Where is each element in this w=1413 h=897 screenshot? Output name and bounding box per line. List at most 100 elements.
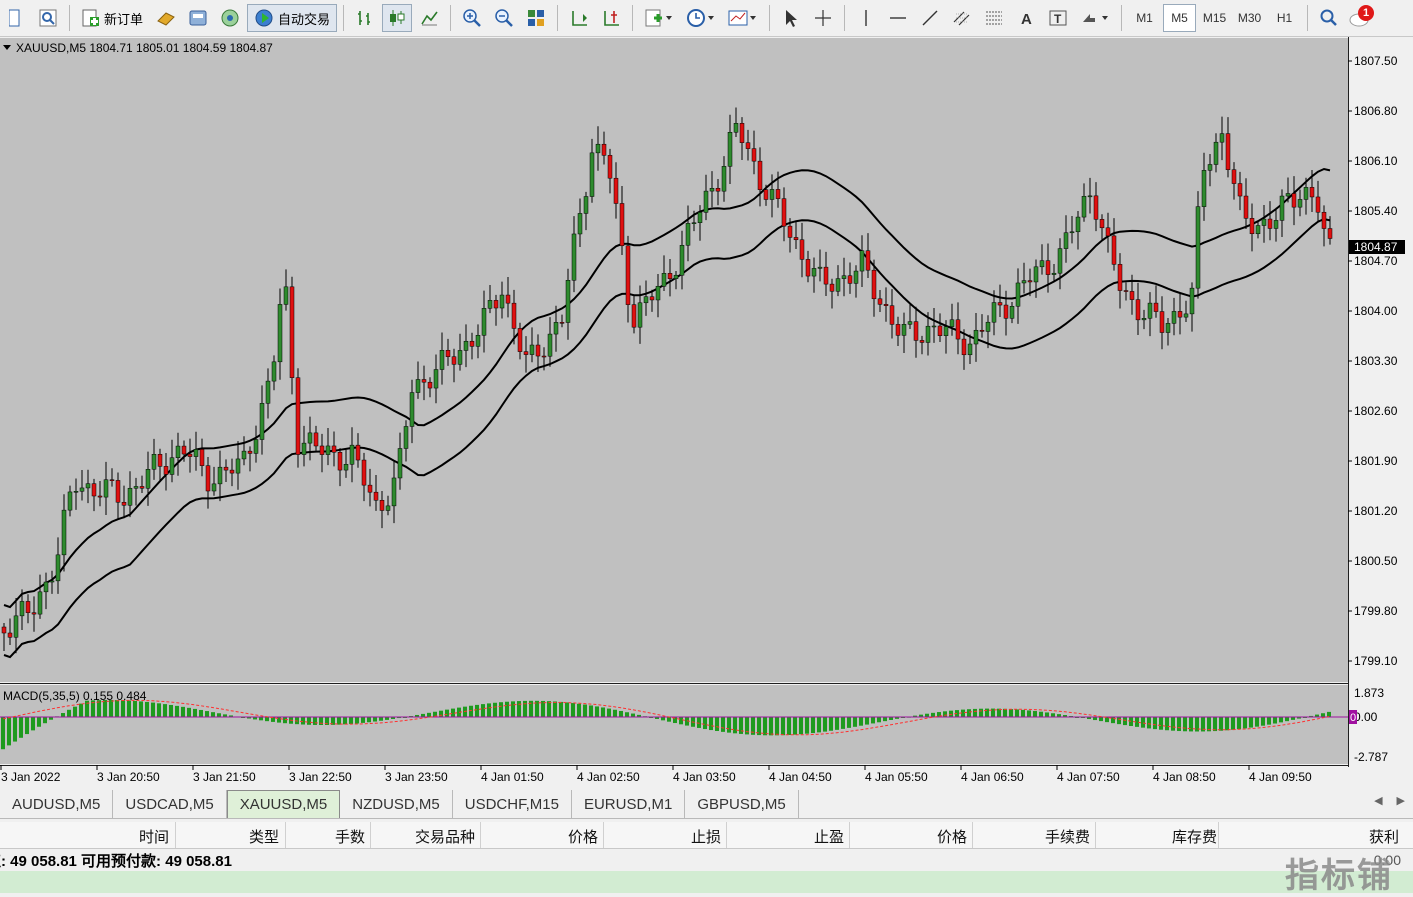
candle-body: [517, 328, 523, 352]
col-open-price[interactable]: 价格: [568, 826, 598, 847]
col-type[interactable]: 类型: [249, 826, 279, 847]
candle-body: [655, 285, 661, 301]
candle-body: [1177, 311, 1183, 318]
col-time[interactable]: 时间: [139, 826, 169, 847]
chart-window[interactable]: 1807.50 1806.80 1806.10 1805.40 1804.70 1804.…: [0, 37, 1413, 789]
chart-tab-nzdusd[interactable]: NZDUSD,M5: [340, 790, 453, 818]
macd-bar: [697, 717, 701, 728]
price-tick-label: 1806.80: [1354, 104, 1398, 118]
candle-body: [127, 487, 133, 506]
tab-scroll-left-icon[interactable]: ◀: [1374, 794, 1382, 807]
timeframe-m30-button[interactable]: M30: [1233, 4, 1266, 32]
candle-body: [505, 294, 511, 304]
fibonacci-icon[interactable]: [979, 4, 1009, 32]
candle-body: [1123, 290, 1129, 292]
metaeditor-icon[interactable]: [151, 4, 181, 32]
horizontal-line-icon[interactable]: [883, 4, 913, 32]
col-profit[interactable]: 获利: [1369, 826, 1399, 847]
zoom-out-icon[interactable]: [489, 4, 519, 32]
zoom-in-icon[interactable]: [457, 4, 487, 32]
search-icon[interactable]: [1314, 4, 1344, 32]
candle-body: [643, 296, 649, 304]
notifications-button[interactable]: 1: [1346, 4, 1376, 32]
macd-plot-area[interactable]: [0, 685, 1348, 764]
candle-body: [1213, 141, 1219, 165]
new-order-button[interactable]: 新订单: [76, 4, 149, 32]
col-swap[interactable]: 库存费: [1172, 826, 1217, 847]
cursor-icon[interactable]: [776, 4, 806, 32]
chart-shift-icon[interactable]: [596, 4, 626, 32]
chart-tab-gbpusd[interactable]: GBPUSD,M5: [685, 790, 799, 818]
candle-body: [763, 189, 769, 200]
templates-icon[interactable]: [723, 4, 763, 32]
col-volume[interactable]: 手数: [335, 826, 365, 847]
tile-windows-icon[interactable]: [521, 4, 551, 32]
timeframe-m5-button[interactable]: M5: [1163, 4, 1197, 32]
separator: [1307, 5, 1309, 31]
candle-body: [223, 466, 229, 471]
strategy-tester-icon[interactable]: [183, 4, 213, 32]
candle-body: [871, 269, 877, 300]
macd-bar: [967, 709, 971, 717]
auto-scroll-icon[interactable]: [564, 4, 594, 32]
macd-bar: [841, 717, 845, 729]
chart-tab-xauusd[interactable]: XAUUSD,M5: [226, 790, 341, 818]
price-tick-label: 1802.60: [1354, 404, 1398, 418]
macd-bar: [973, 708, 977, 717]
macd-bar: [715, 717, 719, 732]
chart-tab-usdcad[interactable]: USDCAD,M5: [113, 790, 227, 818]
candle-body: [1303, 187, 1309, 200]
timeframe-h1-button[interactable]: H1: [1268, 4, 1301, 32]
auto-trading-button[interactable]: 自动交易: [247, 4, 338, 32]
candle-body: [19, 601, 25, 617]
candle-body: [259, 403, 265, 440]
vertical-line-icon[interactable]: [851, 4, 881, 32]
text-label-icon[interactable]: T: [1043, 4, 1073, 32]
col-commission[interactable]: 手续费: [1045, 826, 1090, 847]
trendline-icon[interactable]: [915, 4, 945, 32]
chart-tab-audusd[interactable]: AUDUSD,M5: [0, 790, 114, 818]
candle-body: [349, 444, 355, 465]
indicators-icon[interactable]: [639, 4, 679, 32]
col-take-profit[interactable]: 止盈: [814, 826, 844, 847]
col-current-price[interactable]: 价格: [937, 826, 967, 847]
macd-bar: [1, 717, 5, 750]
arrows-icon[interactable]: [1075, 4, 1115, 32]
text-tool-icon[interactable]: A: [1011, 4, 1041, 32]
tab-scroll-right-icon[interactable]: ▶: [1397, 794, 1405, 807]
price-tick-label: 1806.10: [1354, 154, 1398, 168]
candle-body: [1225, 133, 1231, 170]
main-plot-area[interactable]: [0, 38, 1348, 682]
candle-body: [307, 432, 313, 444]
crosshair-icon[interactable]: [808, 4, 838, 32]
candle-body: [547, 333, 553, 357]
candlestick-chart-icon[interactable]: [382, 4, 413, 32]
chart-tab-eurusd[interactable]: EURUSD,M1: [572, 790, 686, 818]
macd-bar: [577, 703, 581, 717]
candle-body: [403, 426, 409, 449]
signals-icon[interactable]: [215, 4, 245, 32]
periods-icon[interactable]: [681, 4, 721, 32]
line-chart-icon[interactable]: [414, 4, 444, 32]
candle-body: [1135, 299, 1141, 321]
macd-bar: [625, 712, 629, 717]
auto-trading-icon: [255, 9, 273, 27]
bar-chart-icon[interactable]: [350, 4, 380, 32]
chart-tab-usdchf[interactable]: USDCHF,M15: [453, 790, 572, 818]
timeframe-m1-button[interactable]: M1: [1128, 4, 1161, 32]
candle-body: [373, 491, 379, 501]
candle-body: [907, 321, 913, 325]
col-stop-loss[interactable]: 止损: [691, 826, 721, 847]
zoom-window-icon[interactable]: [33, 4, 63, 32]
equidistant-channel-icon[interactable]: [947, 4, 977, 32]
timeframe-m15-button[interactable]: M15: [1198, 4, 1231, 32]
new-chart-icon[interactable]: [1, 4, 31, 32]
candle-body: [1159, 311, 1165, 333]
macd-bar: [613, 709, 617, 717]
macd-bar: [343, 717, 347, 725]
macd-bar: [541, 700, 545, 717]
candle-body: [553, 322, 559, 335]
macd-bar: [277, 717, 281, 723]
svg-text:T: T: [1054, 12, 1062, 26]
col-symbol[interactable]: 交易品种: [415, 826, 475, 847]
